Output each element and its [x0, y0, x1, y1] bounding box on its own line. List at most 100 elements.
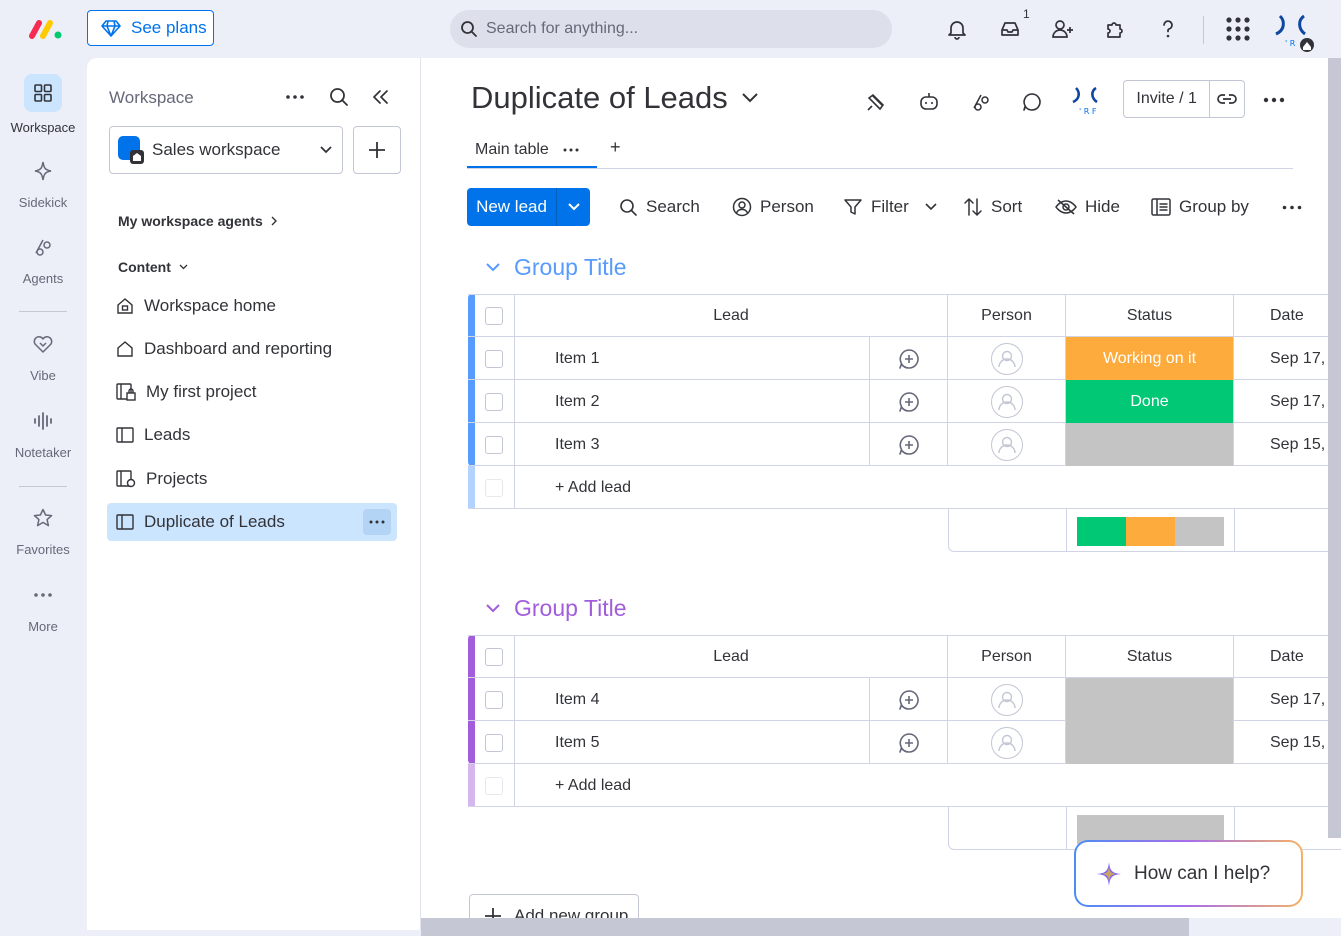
- status-cell[interactable]: Working on it: [1066, 337, 1234, 380]
- person-cell[interactable]: [948, 423, 1066, 466]
- sidebar-item-projects[interactable]: Projects: [107, 460, 397, 498]
- add-update-icon[interactable]: [898, 434, 920, 456]
- rail-sidekick[interactable]: Sidekick: [0, 152, 86, 210]
- see-plans-button[interactable]: See plans: [87, 10, 214, 46]
- date-cell[interactable]: Sep 15, 2025: [1234, 423, 1341, 466]
- date-cell[interactable]: Sep 17, 2025: [1234, 337, 1341, 380]
- item-options-icon[interactable]: [363, 509, 391, 535]
- person-cell[interactable]: [948, 721, 1066, 764]
- sidebar-item-my-first-project[interactable]: My first project: [107, 373, 397, 411]
- person-cell[interactable]: [948, 678, 1066, 721]
- row-checkbox[interactable]: [485, 733, 503, 752]
- person-column-header[interactable]: Person: [948, 635, 1066, 678]
- add-update-cell[interactable]: [870, 423, 948, 466]
- sidebar-item-leads[interactable]: Leads: [107, 416, 397, 454]
- horizontal-scrollbar[interactable]: [421, 918, 1189, 936]
- sidebar-search-icon[interactable]: [329, 87, 349, 107]
- date-cell[interactable]: Sep 17, 2025: [1234, 678, 1341, 721]
- person-cell[interactable]: [948, 337, 1066, 380]
- row-checkbox[interactable]: [485, 435, 503, 454]
- add-update-cell[interactable]: [870, 380, 948, 423]
- status-column-header[interactable]: Status: [1066, 635, 1234, 678]
- status-summary-bar[interactable]: [1077, 517, 1224, 546]
- add-update-cell[interactable]: [870, 721, 948, 764]
- lead-column-header[interactable]: Lead: [515, 294, 948, 337]
- group-title[interactable]: Group Title: [514, 254, 627, 281]
- add-update-icon[interactable]: [898, 391, 920, 413]
- date-column-header[interactable]: Date: [1234, 635, 1341, 678]
- lead-name-cell[interactable]: Item 5: [515, 721, 870, 764]
- rail-favorites[interactable]: Favorites: [0, 499, 86, 557]
- integrations-icon[interactable]: [862, 88, 890, 116]
- add-update-cell[interactable]: [870, 337, 948, 380]
- ai-assistant-button[interactable]: How can I help?: [1074, 840, 1303, 907]
- sidebar-item-workspace-home[interactable]: Workspace home: [107, 287, 397, 325]
- workspace-selector[interactable]: Sales workspace: [109, 126, 343, 174]
- notifications-bell-icon[interactable]: [944, 16, 970, 42]
- person-filter-button[interactable]: Person: [732, 196, 814, 218]
- tab-main-table[interactable]: Main table: [467, 134, 597, 168]
- rail-vibe[interactable]: Vibe: [0, 325, 86, 383]
- vertical-scrollbar[interactable]: [1328, 58, 1341, 838]
- rail-notetaker[interactable]: Notetaker: [0, 402, 86, 460]
- lead-column-header[interactable]: Lead: [515, 635, 948, 678]
- person-column-header[interactable]: Person: [948, 294, 1066, 337]
- status-column-header[interactable]: Status: [1066, 294, 1234, 337]
- copy-link-icon[interactable]: [1210, 93, 1244, 105]
- add-item-button[interactable]: [353, 126, 401, 174]
- row-checkbox[interactable]: [485, 690, 503, 709]
- integrations-puzzle-icon[interactable]: [1102, 16, 1128, 42]
- board-search-button[interactable]: Search: [619, 196, 700, 218]
- group-title[interactable]: Group Title: [514, 595, 627, 622]
- hide-columns-button[interactable]: Hide: [1055, 196, 1120, 218]
- group-title-toggle[interactable]: Group Title: [486, 595, 627, 622]
- filter-button[interactable]: Filter: [843, 196, 937, 218]
- rail-agents[interactable]: Agents: [0, 228, 86, 286]
- content-section-toggle[interactable]: Content: [118, 259, 188, 275]
- add-update-icon[interactable]: [898, 348, 920, 370]
- select-all-checkbox[interactable]: [485, 647, 503, 666]
- lead-name-cell[interactable]: Item 4: [515, 678, 870, 721]
- monday-logo[interactable]: [28, 18, 64, 40]
- inbox-icon[interactable]: [997, 16, 1023, 42]
- help-icon[interactable]: [1155, 16, 1181, 42]
- invite-button[interactable]: Invite / 1: [1123, 80, 1245, 118]
- row-checkbox[interactable]: [485, 392, 503, 411]
- sidebar-options-icon[interactable]: [285, 94, 305, 100]
- lead-name-cell[interactable]: Item 3: [515, 423, 870, 466]
- group-by-button[interactable]: Group by: [1151, 196, 1249, 218]
- updates-chat-icon[interactable]: [1018, 88, 1046, 116]
- toolbar-more-icon[interactable]: [1282, 205, 1302, 210]
- date-cell[interactable]: Sep 17, 2025: [1234, 380, 1341, 423]
- board-title-dropdown[interactable]: Duplicate of Leads: [471, 80, 758, 116]
- add-update-cell[interactable]: [870, 678, 948, 721]
- rail-workspace[interactable]: Workspace: [0, 74, 86, 135]
- status-cell[interactable]: [1066, 423, 1234, 466]
- automation-robot-icon[interactable]: [915, 88, 943, 116]
- chevron-down-icon[interactable]: [557, 203, 590, 211]
- add-update-icon[interactable]: [898, 732, 920, 754]
- board-menu-icon[interactable]: [1263, 97, 1285, 103]
- date-column-header[interactable]: Date: [1234, 294, 1341, 337]
- board-member-avatar[interactable]: ' R F: [1069, 86, 1105, 116]
- select-all-checkbox[interactable]: [485, 306, 503, 325]
- new-lead-button[interactable]: New lead: [467, 188, 590, 226]
- add-view-button[interactable]: +: [610, 137, 621, 158]
- workspace-agents-link[interactable]: My workspace agents: [118, 213, 278, 229]
- sidebar-item-dashboard-and-reporting[interactable]: Dashboard and reporting: [107, 330, 397, 368]
- tab-options-icon[interactable]: [563, 148, 579, 152]
- add-lead-input[interactable]: + Add lead: [515, 764, 1341, 807]
- chevron-down-icon[interactable]: [925, 203, 937, 211]
- sidebar-item-duplicate-of-leads[interactable]: Duplicate of Leads: [107, 503, 397, 541]
- add-update-icon[interactable]: [898, 689, 920, 711]
- rail-more[interactable]: More: [0, 576, 86, 634]
- invite-members-icon[interactable]: [1050, 16, 1076, 42]
- lead-name-cell[interactable]: Item 1: [515, 337, 870, 380]
- agents-icon[interactable]: [967, 88, 995, 116]
- status-cell[interactable]: [1066, 721, 1234, 764]
- user-avatar[interactable]: ' R: [1270, 12, 1316, 54]
- lead-name-cell[interactable]: Item 2: [515, 380, 870, 423]
- sort-button[interactable]: Sort: [963, 196, 1022, 218]
- status-cell[interactable]: Done: [1066, 380, 1234, 423]
- group-title-toggle[interactable]: Group Title: [486, 254, 627, 281]
